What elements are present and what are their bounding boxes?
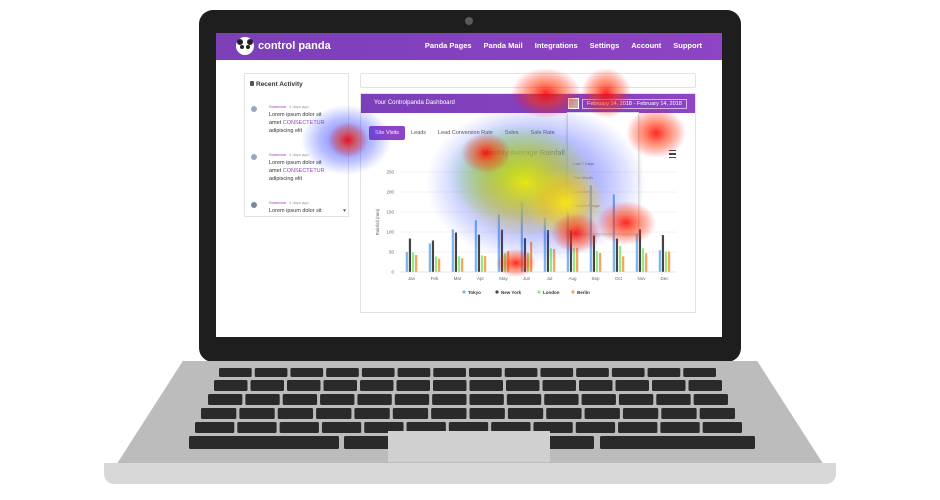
keyboard-key — [600, 436, 755, 449]
keyboard-key — [361, 368, 395, 377]
keyboard-key — [699, 408, 735, 419]
keyboard-key — [195, 422, 235, 433]
keyboard-key — [431, 408, 467, 419]
keyboard-key — [507, 408, 544, 419]
keyboard-key — [576, 368, 609, 377]
keyboard-key — [506, 380, 540, 391]
keyboard-key — [622, 408, 659, 419]
keyboard-key — [326, 368, 359, 377]
keyboard — [189, 368, 755, 449]
keyboard-key — [683, 368, 716, 377]
keyboard-key — [652, 380, 686, 391]
keyboard-key — [693, 394, 728, 405]
keyboard-key — [546, 408, 582, 419]
keyboard-key — [469, 368, 502, 377]
keyboard-key — [615, 380, 649, 391]
keyboard-key — [469, 408, 505, 419]
keyboard-key — [320, 394, 355, 405]
keyboard-key — [469, 394, 504, 405]
keyboard-key — [201, 408, 237, 419]
keyboard-key — [290, 368, 324, 377]
keyboard-key — [245, 394, 280, 405]
keyboard-key — [394, 394, 430, 405]
keyboard-key — [656, 394, 691, 405]
keyboard-key — [237, 422, 277, 433]
keyboard-key — [702, 422, 742, 433]
keyboard-key — [219, 368, 252, 377]
keyboard-key — [542, 380, 576, 391]
keyboard-key — [357, 394, 392, 405]
keyboard-key — [618, 394, 654, 405]
keyboard-key — [469, 380, 503, 391]
keyboard-key — [239, 408, 275, 419]
keyboard-key — [282, 394, 318, 405]
keyboard-key — [688, 380, 722, 391]
keyboard-key — [660, 422, 700, 433]
keyboard-key — [575, 422, 616, 433]
keyboard-key — [279, 422, 319, 433]
keyboard-key — [392, 408, 429, 419]
keyboard-key — [504, 368, 538, 377]
keyboard-key — [323, 380, 357, 391]
keyboard-key — [432, 394, 467, 405]
keyboard-key — [360, 380, 394, 391]
keyboard-key — [433, 380, 467, 391]
keyboard-key — [540, 368, 574, 377]
keyboard-key — [506, 394, 542, 405]
keyboard-key — [647, 368, 681, 377]
keyboard-key — [581, 394, 616, 405]
keyboard-key — [397, 368, 431, 377]
trackpad[interactable] — [388, 431, 550, 462]
keyboard-key — [661, 408, 697, 419]
keyboard-key — [316, 408, 352, 419]
keyboard-key — [277, 408, 314, 419]
keyboard-key — [611, 368, 645, 377]
keyboard-key — [214, 380, 248, 391]
keyboard-key — [544, 394, 579, 405]
keyboard-key — [579, 380, 613, 391]
keyboard-key — [584, 408, 620, 419]
keyboard-key — [396, 380, 430, 391]
keyboard-key — [250, 380, 284, 391]
keyboard-key — [189, 436, 339, 449]
keyboard-key — [254, 368, 288, 377]
keyboard-key — [618, 422, 658, 433]
keyboard-key — [287, 380, 321, 391]
keyboard-key — [433, 368, 466, 377]
keyboard-key — [321, 422, 362, 433]
keyboard-key — [354, 408, 390, 419]
keyboard-key — [208, 394, 243, 405]
